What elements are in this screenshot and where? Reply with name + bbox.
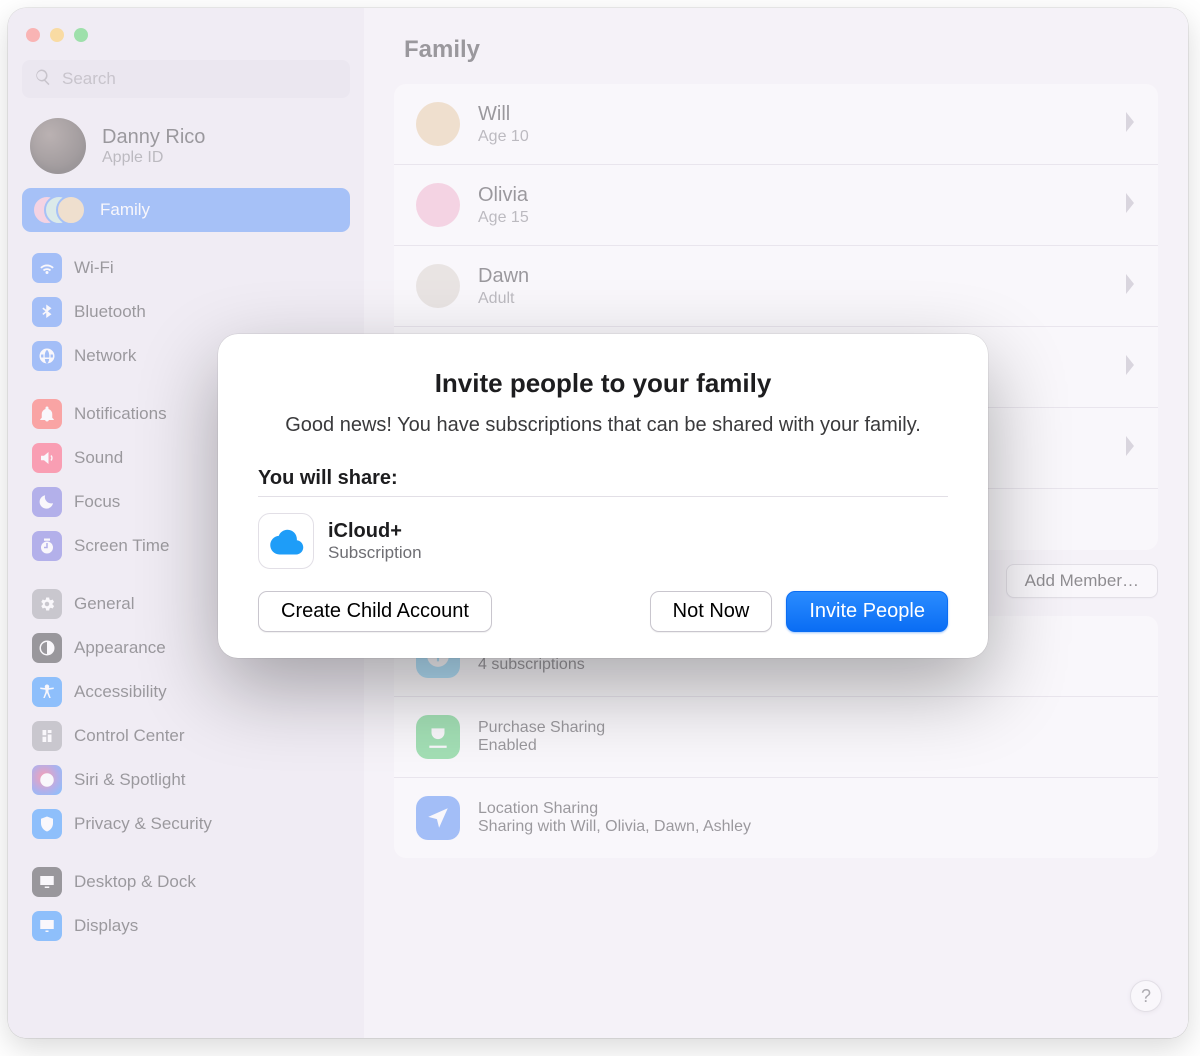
invite-people-button[interactable]: Invite People — [786, 591, 948, 632]
sidebar-item-desktop[interactable]: Desktop & Dock — [22, 860, 350, 904]
sidebar-item-siri[interactable]: Siri & Spotlight — [22, 758, 350, 802]
sidebar-item-label: Notifications — [74, 404, 167, 424]
purch-icon — [416, 715, 460, 759]
not-now-button[interactable]: Not Now — [650, 591, 773, 632]
settings-row-title: Location Sharing — [478, 800, 751, 818]
chevron-right-icon — [1124, 436, 1136, 461]
sidebar-item-family[interactable]: Family — [22, 188, 350, 232]
settings-row-loc[interactable]: Location SharingSharing with Will, Olivi… — [394, 777, 1158, 858]
sidebar-item-label: Desktop & Dock — [74, 872, 196, 892]
sidebar-item-apple-id[interactable]: Danny Rico Apple ID — [22, 98, 350, 188]
sidebar-item-wifi[interactable]: Wi-Fi — [22, 246, 350, 290]
member-sub: Age 10 — [478, 128, 1124, 146]
chevron-right-icon — [1124, 112, 1136, 137]
sidebar-item-label: Privacy & Security — [74, 814, 212, 834]
sidebar-item-controlcenter[interactable]: Control Center — [22, 714, 350, 758]
chevron-right-icon — [1124, 355, 1136, 380]
sidebar-item-label: Family — [100, 200, 150, 220]
share-item-sub: Subscription — [328, 543, 422, 563]
member-avatar — [416, 264, 460, 308]
icloud-icon — [258, 513, 314, 569]
divider — [258, 496, 948, 497]
sidebar-item-label: Appearance — [74, 638, 166, 658]
settings-row-title: Purchase Sharing — [478, 719, 605, 737]
sidebar-item-displays[interactable]: Displays — [22, 904, 350, 948]
desktop-icon — [32, 867, 62, 897]
member-avatar — [416, 183, 460, 227]
sidebar-item-bt[interactable]: Bluetooth — [22, 290, 350, 334]
family-member-row[interactable]: Will Age 10 — [394, 84, 1158, 164]
wifi-icon — [32, 253, 62, 283]
siri-icon — [32, 765, 62, 795]
notif-icon — [32, 399, 62, 429]
settings-row-sub: Enabled — [478, 737, 605, 755]
chevron-right-icon — [1124, 274, 1136, 299]
settings-row-purch[interactable]: Purchase SharingEnabled — [394, 696, 1158, 777]
share-item-title: iCloud+ — [328, 520, 422, 543]
family-avatar-stack-icon — [32, 194, 88, 226]
member-name: Dawn — [478, 265, 1124, 288]
member-sub: Age 15 — [478, 209, 1124, 227]
help-button[interactable]: ? — [1130, 980, 1162, 1012]
sidebar-item-label: Siri & Spotlight — [74, 770, 186, 790]
bt-icon — [32, 297, 62, 327]
sidebar-item-label: Wi-Fi — [74, 258, 114, 278]
system-settings-window: Danny Rico Apple ID Family Wi-Fi Bluetoot… — [8, 8, 1188, 1038]
appearance-icon — [32, 633, 62, 663]
displays-icon — [32, 911, 62, 941]
dialog-title: Invite people to your family — [258, 368, 948, 399]
sidebar-item-label: Displays — [74, 916, 138, 936]
account-sub: Apple ID — [102, 149, 205, 167]
chevron-right-icon — [1124, 193, 1136, 218]
invite-family-dialog: Invite people to your family Good news! … — [218, 334, 988, 658]
page-title: Family — [364, 8, 1188, 76]
sidebar-item-label: Screen Time — [74, 536, 169, 556]
family-member-row[interactable]: Olivia Age 15 — [394, 164, 1158, 245]
minimize-window-button[interactable] — [50, 28, 64, 42]
settings-row-sub: 4 subscriptions — [478, 656, 585, 674]
search-field[interactable] — [22, 60, 350, 98]
member-sub: Adult — [478, 290, 1124, 308]
controlcenter-icon — [32, 721, 62, 751]
search-icon — [34, 68, 60, 91]
create-child-account-button[interactable]: Create Child Account — [258, 591, 492, 632]
member-avatar — [416, 102, 460, 146]
accessibility-icon — [32, 677, 62, 707]
account-name: Danny Rico — [102, 125, 205, 149]
traffic-lights — [22, 22, 350, 60]
sidebar-item-label: Network — [74, 346, 136, 366]
share-item-icloud-plus: iCloud+ Subscription — [258, 509, 948, 591]
search-input[interactable] — [60, 68, 338, 90]
settings-row-sub: Sharing with Will, Olivia, Dawn, Ashley — [478, 818, 751, 836]
zoom-window-button[interactable] — [74, 28, 88, 42]
member-name: Will — [478, 103, 1124, 126]
general-icon — [32, 589, 62, 619]
sidebar-item-label: Accessibility — [74, 682, 167, 702]
sidebar-item-label: Control Center — [74, 726, 185, 746]
loc-icon — [416, 796, 460, 840]
dialog-description: Good news! You have subscriptions that c… — [283, 411, 923, 439]
sidebar-item-label: Focus — [74, 492, 120, 512]
family-member-row[interactable]: Dawn Adult — [394, 245, 1158, 326]
screentime-icon — [32, 531, 62, 561]
net-icon — [32, 341, 62, 371]
close-window-button[interactable] — [26, 28, 40, 42]
sidebar-item-privsec[interactable]: Privacy & Security — [22, 802, 350, 846]
dialog-actions: Create Child Account Not Now Invite Peop… — [258, 591, 948, 632]
sidebar-item-accessibility[interactable]: Accessibility — [22, 670, 350, 714]
member-name: Olivia — [478, 184, 1124, 207]
sidebar-item-label: General — [74, 594, 134, 614]
sidebar-item-label: Sound — [74, 448, 123, 468]
sidebar-item-label: Bluetooth — [74, 302, 146, 322]
add-member-button[interactable]: Add Member… — [1006, 564, 1158, 598]
account-avatar — [30, 118, 86, 174]
share-heading: You will share: — [258, 467, 948, 490]
sound-icon — [32, 443, 62, 473]
privsec-icon — [32, 809, 62, 839]
focus-icon — [32, 487, 62, 517]
